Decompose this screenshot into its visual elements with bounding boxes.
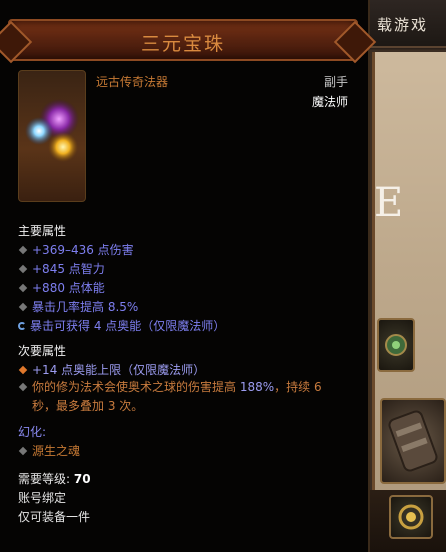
stat-row: +845 点智力 — [18, 260, 105, 277]
stat-row: +880 点体能 — [18, 279, 105, 296]
item-name: 三元宝珠 — [140, 33, 225, 55]
item-image — [18, 70, 86, 202]
inventory-slot-bracers[interactable] — [380, 398, 446, 484]
stat-row: 暴击几率提高 8.5% — [18, 298, 138, 315]
secondary-stats-header: 次要属性 — [18, 344, 67, 358]
unique-equipped-label: 仅可装备一件 — [18, 510, 91, 524]
amulet-icon — [385, 334, 407, 356]
diamond-bullet-icon — [18, 382, 28, 392]
orb-icon — [25, 99, 79, 162]
inventory-slot-ring[interactable] — [389, 495, 433, 539]
stat-row: +14 点奥能上限（仅限魔法师） — [18, 361, 205, 378]
item-rarity-type: 远古传奇法器 — [96, 75, 169, 89]
class-restriction: 魔法师 — [311, 95, 348, 109]
transmog-row: 源生之魂 — [18, 442, 80, 459]
diamond-bullet-icon — [18, 245, 28, 255]
inventory-slot-amulet[interactable] — [377, 318, 415, 372]
diamond-bullet-icon — [18, 302, 28, 312]
panel-letter: E — [374, 180, 404, 226]
item-tooltip: 三元宝珠 远古传奇法器 副手 魔法师 主要属性 +369–436 点伤害 +84… — [0, 0, 370, 552]
diamond-bullet-icon — [18, 264, 28, 274]
stat-row: +369–436 点伤害 — [18, 241, 134, 258]
item-slot: 副手 — [323, 75, 348, 89]
diamond-bullet-icon — [18, 446, 28, 456]
stat-row: 暴击可获得 4 点奥能（仅限魔法师） — [18, 317, 225, 334]
item-title-bar: 三元宝珠 — [8, 19, 358, 61]
legendary-power: 你的修为法术会使奥术之球的伤害提高 188%，持续 6 秒，最多叠加 3 次。 — [18, 378, 322, 416]
resource-swirl-icon — [18, 322, 26, 330]
ring-icon — [398, 504, 424, 530]
bracers-icon — [388, 410, 438, 472]
load-game-label[interactable]: 载游戏 — [377, 14, 428, 35]
transmog-header: 幻化: — [18, 425, 47, 439]
required-level: 需要等级: 70 — [18, 472, 91, 486]
diamond-bullet-icon — [18, 283, 28, 293]
orange-diamond-bullet-icon — [18, 365, 28, 375]
primary-stats-header: 主要属性 — [18, 224, 67, 238]
account-bound-label: 账号绑定 — [18, 491, 67, 505]
